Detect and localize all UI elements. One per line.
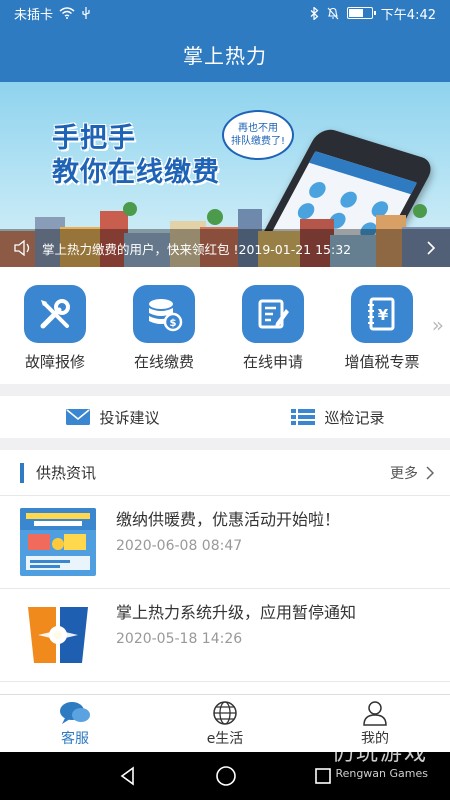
double-chevron-right-icon[interactable]: »	[432, 313, 444, 337]
news-date: 2020-06-08 08:47	[116, 538, 243, 554]
mail-icon	[66, 409, 91, 425]
complaint-suggestion-label: 投诉建议	[99, 408, 160, 427]
page-title: 掌上热力	[183, 43, 267, 68]
news-thumbnail	[20, 508, 96, 576]
svg-text:¥: ¥	[378, 306, 389, 324]
inspection-record-label: 巡检记录	[324, 408, 385, 427]
news-item[interactable]: 掌上热力系统升级，应用暂停通知 2020-05-18 14:26	[0, 589, 450, 682]
bubble-line1: 再也不用	[237, 123, 278, 134]
list-icon	[291, 409, 316, 425]
person-icon	[363, 700, 387, 726]
news-more-label: 更多	[390, 465, 418, 482]
watermark-line2: Rengwan Games	[335, 767, 428, 780]
clock-text: 下午4:42	[380, 7, 436, 23]
tab-customer-service[interactable]: 客服	[0, 695, 150, 752]
promo-banner[interactable]: 手把手 教你在线缴费 再也不用 排队缴费了! 掌上热力缴费的用户，快来领红包 !…	[0, 82, 450, 267]
chevron-right-icon	[426, 465, 434, 480]
news-title: 掌上热力系统升级，应用暂停通知	[116, 603, 357, 622]
service-fault-repair[interactable]: 故障报修	[10, 285, 100, 372]
bubble-line2: 排队缴费了!	[230, 136, 285, 147]
banner-headline: 手把手 教你在线缴费	[52, 122, 220, 190]
service-online-application[interactable]: 在线申请	[228, 285, 318, 372]
edit-document-icon	[242, 285, 304, 343]
recent-apps-square-icon[interactable]	[314, 767, 332, 785]
news-title: 缴纳供暖费，优惠活动开始啦！	[116, 510, 341, 529]
chevron-right-icon[interactable]	[426, 240, 436, 256]
news-header: 供热资讯 更多	[0, 450, 450, 496]
status-bar: 未插卡 下午4:42	[0, 0, 450, 26]
wifi-icon	[59, 7, 75, 19]
service-online-payment[interactable]: $ 在线缴费	[119, 285, 209, 372]
service-label: 在线申请	[242, 353, 303, 371]
news-ticker[interactable]: 掌上热力缴费的用户，快来领红包 !2019-01-21 15:32	[0, 229, 450, 267]
app-header: 掌上热力	[0, 26, 450, 82]
chat-icon	[60, 701, 90, 724]
service-label: 故障报修	[24, 353, 85, 371]
battery-icon	[346, 7, 376, 19]
banner-headline-line2: 教你在线缴费	[52, 157, 220, 188]
service-label: 增值税专票	[344, 353, 420, 371]
carrier-text: 未插卡	[14, 7, 54, 23]
home-circle-icon[interactable]	[215, 765, 237, 787]
app-screen: 未插卡 下午4:42 掌上热力 手把手 教你在线缴费 再也不用 排队缴费了! 掌…	[0, 0, 450, 800]
tab-e-life[interactable]: e生活	[150, 695, 300, 752]
news-date: 2020-05-18 14:26	[116, 631, 243, 647]
ticker-text: 掌上热力缴费的用户，快来领红包 !2019-01-21 15:32	[42, 241, 352, 257]
wrench-screwdriver-icon	[24, 285, 86, 343]
usb-icon	[82, 7, 90, 19]
tab-label: e生活	[206, 730, 244, 747]
news-more-link[interactable]: 更多	[390, 463, 434, 483]
service-vat-invoice[interactable]: ¥ 增值税专票	[337, 285, 427, 372]
inspection-record-button[interactable]: 巡检记录	[225, 396, 450, 438]
speaker-icon	[14, 240, 30, 256]
heating-news-section: 供热资讯 更多 缴纳供暖费，优惠活动开始啦！ 2020-06-08 08:47 …	[0, 450, 450, 694]
back-triangle-icon[interactable]	[118, 766, 138, 786]
bluetooth-icon	[310, 6, 319, 20]
banner-headline-line1: 手把手	[52, 123, 136, 154]
watermark-line1: 仍玩游戏	[331, 741, 428, 766]
watermark-logo: 仍玩游戏 Rengwan Games	[332, 735, 428, 780]
banner-speech-bubble: 再也不用 排队缴费了!	[222, 110, 294, 160]
mute-bell-icon	[327, 7, 339, 19]
coins-icon: $	[133, 285, 195, 343]
news-thumbnail	[20, 601, 96, 669]
yen-notebook-icon: ¥	[351, 285, 413, 343]
svg-text:$: $	[170, 318, 177, 329]
service-label: 在线缴费	[133, 353, 194, 371]
tab-label: 客服	[61, 730, 89, 747]
section-accent-bar	[20, 462, 24, 483]
secondary-services: 投诉建议 巡检记录	[0, 396, 450, 438]
globe-icon	[213, 700, 237, 725]
news-item[interactable]: 缴纳供暖费，优惠活动开始啦！ 2020-06-08 08:47	[0, 496, 450, 589]
complaint-suggestion-button[interactable]: 投诉建议	[0, 396, 225, 438]
news-section-title: 供热资讯	[36, 464, 97, 482]
quick-services: 故障报修 $ 在线缴费 在线申请 ¥ 增值税专票 »	[0, 267, 450, 384]
